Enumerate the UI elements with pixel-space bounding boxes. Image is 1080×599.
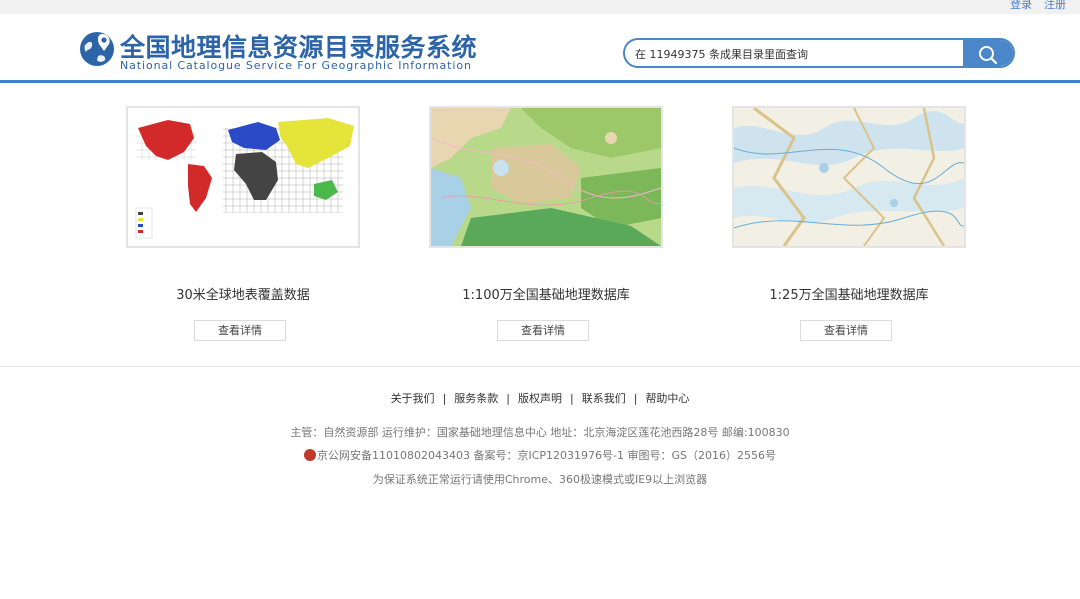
footer-divider <box>0 366 1080 367</box>
product-card: 1:100万全国基础地理数据库 查看详情 <box>429 106 663 341</box>
view-details-button[interactable]: 查看详情 <box>194 320 286 341</box>
search-box <box>623 38 1015 68</box>
view-details-button[interactable]: 查看详情 <box>497 320 589 341</box>
footer-link-about[interactable]: 关于我们 <box>391 392 435 405</box>
footer-registration-info: 京公网安备11010802043403 备案号：京ICP12031976号-1 … <box>0 447 1080 463</box>
globe-pin-icon <box>80 32 114 66</box>
header: 全国地理信息资源目录服务系统 National Catalogue Servic… <box>0 14 1080 80</box>
search-input[interactable] <box>635 44 955 64</box>
site-logo[interactable]: 全国地理信息资源目录服务系统 National Catalogue Servic… <box>78 28 478 74</box>
registration-text: 京公网安备11010802043403 备案号：京ICP12031976号-1 … <box>317 449 776 462</box>
register-link[interactable]: 注册 <box>1044 0 1066 11</box>
view-details-button[interactable]: 查看详情 <box>800 320 892 341</box>
account-links: 登录 注册 <box>998 0 1066 12</box>
footer-browser-notice: 为保证系统正常运行请使用Chrome、360极速模式或IE9以上浏览器 <box>372 473 708 486</box>
global-landcover-thumbnail[interactable] <box>126 106 360 248</box>
footer-link-contact[interactable]: 联系我们 <box>582 392 626 405</box>
card-title: 30米全球地表覆盖数据 <box>176 288 310 303</box>
footer-sponsor-info: 主管：自然资源部 运行维护：国家基础地理信息中心 地址：北京海淀区莲花池西路28… <box>290 426 790 439</box>
footer-link-help[interactable]: 帮助中心 <box>645 392 689 405</box>
product-card: 1:25万全国基础地理数据库 查看详情 <box>732 106 966 341</box>
login-link[interactable]: 登录 <box>1010 0 1032 11</box>
top-bar: 登录 注册 <box>0 0 1080 14</box>
250k-scale-thumbnail[interactable] <box>732 106 966 248</box>
product-card: 30米全球地表覆盖数据 查看详情 <box>126 106 360 341</box>
site-subtitle: National Catalogue Service For Geographi… <box>120 59 472 72</box>
card-title: 1:100万全国基础地理数据库 <box>462 288 630 303</box>
search-icon <box>979 46 998 65</box>
million-scale-thumbnail[interactable] <box>429 106 663 248</box>
footer-nav: 关于我们 | 服务条款 | 版权声明 | 联系我们 | 帮助中心 <box>390 392 690 405</box>
footer-link-terms[interactable]: 服务条款 <box>454 392 498 405</box>
header-divider <box>0 80 1080 83</box>
footer-link-copyright[interactable]: 版权声明 <box>518 392 562 405</box>
search-button[interactable] <box>963 40 1013 66</box>
card-title: 1:25万全国基础地理数据库 <box>769 288 929 303</box>
police-badge-icon <box>304 449 316 461</box>
